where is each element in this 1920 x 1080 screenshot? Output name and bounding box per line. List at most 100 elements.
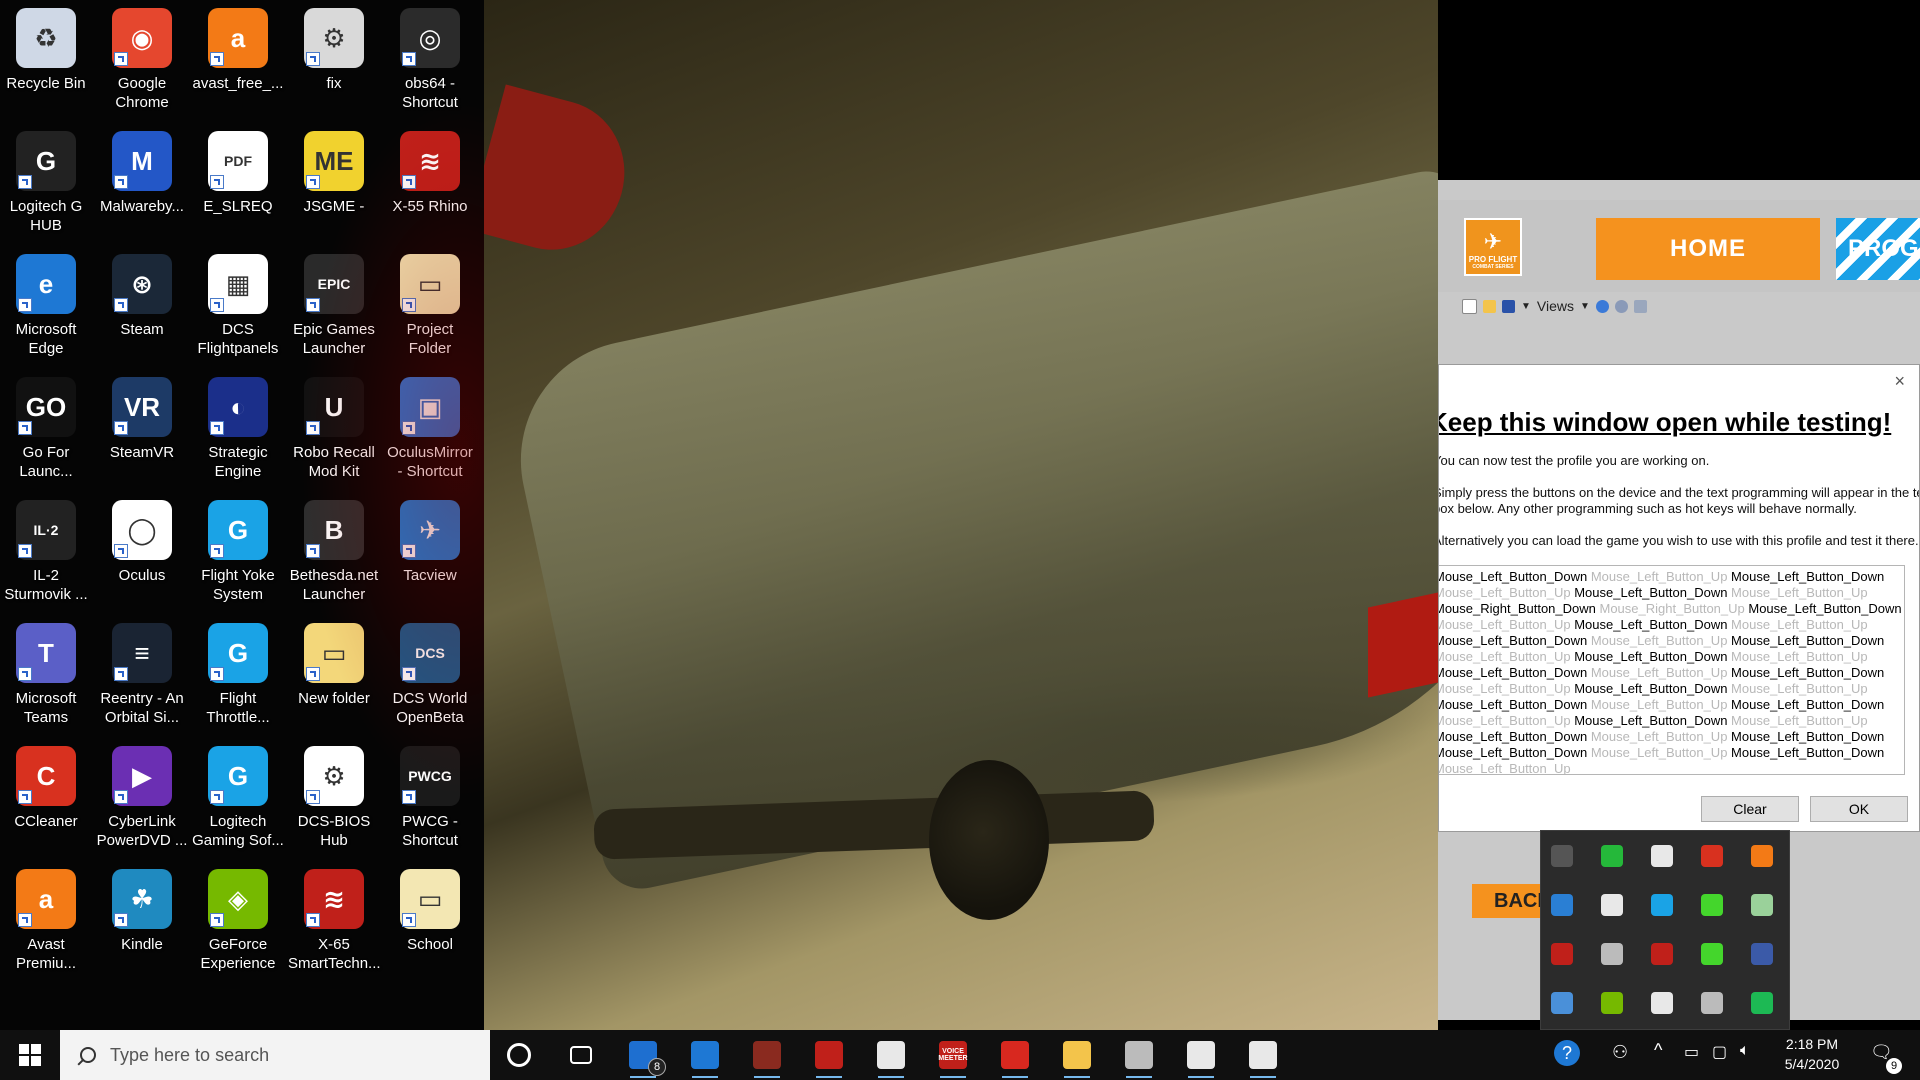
desktop-icon-oculusmirror-shortcut[interactable]: ▣ OculusMirror - Shortcut [384,369,476,489]
saitek-taskbar-icon[interactable] [810,1036,848,1078]
chevron-down-icon[interactable]: ▼ [1521,301,1531,312]
desktop-icon-reentry-an-orbital-si[interactable]: ≡ Reentry - An Orbital Si... [96,615,188,735]
network-drive-icon[interactable] [1751,894,1773,916]
pen-icon[interactable] [1601,943,1623,965]
task-view-icon[interactable] [562,1036,600,1074]
desktop-icon-ccleaner[interactable]: C CCleaner [0,738,92,858]
desktop-icon-dcs-bios-hub[interactable]: ⚙ DCS-BIOS Hub [288,738,380,858]
desktop-icon-x-55-rhino[interactable]: ≋ X-55 Rhino [384,123,476,243]
desktop-icon-recycle-bin[interactable]: ♻ Recycle Bin [0,0,92,120]
desktop-icon-malwareby[interactable]: M Malwareby... [96,123,188,243]
green-app-icon[interactable] [1751,992,1773,1014]
home-button[interactable]: HOME [1596,218,1820,280]
new-file-icon[interactable] [1462,298,1477,314]
voicemeeter-taskbar-icon[interactable]: VOICE MEETER [934,1036,972,1078]
taskbar-search-box[interactable]: Type here to search [60,1030,490,1080]
test-output-textbox[interactable]: Mouse_Left_Button_Down Mouse_Left_Button… [1439,565,1905,775]
desktop-icon-microsoft-teams[interactable]: T Microsoft Teams [0,615,92,735]
app-tray-icon[interactable] [1751,943,1773,965]
saitek-tray-icon[interactable] [1651,943,1673,965]
volume-icon[interactable]: 🔈︎ [1740,1042,1750,1060]
voicemeeter-icon[interactable] [1551,943,1573,965]
programming-button[interactable]: PROG [1836,218,1920,280]
desktop-icon-x-65-smarttechn[interactable]: ≋ X-65 SmartTechn... [288,861,381,981]
system-clock[interactable]: 2:18 PM 5/4/2020 [1772,1034,1852,1074]
game-view[interactable] [484,0,1438,1030]
desktop-icon-strategic-engine[interactable]: ◐ Strategic Engine [192,369,284,489]
network-icon[interactable]: ▢ [1712,1042,1727,1062]
close-icon[interactable]: × [1894,371,1905,392]
desktop-icon-oculus[interactable]: ◯ Oculus [96,492,188,612]
file-explorer-icon[interactable] [1058,1036,1096,1078]
store-icon[interactable] [872,1036,910,1078]
desktop-icon-pwcg-shortcut[interactable]: PWCG PWCG - Shortcut [384,738,476,858]
device-icon[interactable]: ▭ [1684,1042,1699,1062]
desktop-icon-dcs-flightpanels[interactable]: ▦ DCS Flightpanels [192,246,284,366]
desktop-icon-e-slreq[interactable]: PDF E_SLREQ [192,123,284,243]
desktop-icon-jsgme[interactable]: ME JSGME - [288,123,380,243]
help-icon[interactable]: ? [1554,1040,1580,1066]
desktop-icon-logitech-gaming-sof[interactable]: G Logitech Gaming Sof... [192,738,284,858]
show-hidden-icons-chevron[interactable]: ^ [1654,1040,1662,1061]
open-folder-icon[interactable] [1483,299,1496,313]
ok-button[interactable]: OK [1810,796,1908,822]
mail-icon[interactable]: 8 [624,1036,666,1078]
desktop-icon-flight-throttle[interactable]: G Flight Throttle... [192,615,284,735]
desktop-icon-google-chrome[interactable]: ◉ Google Chrome [96,0,188,120]
steam-taskbar-icon[interactable] [1120,1036,1158,1078]
settings-taskbar-icon[interactable] [1182,1036,1220,1078]
tool-icon[interactable] [1551,894,1573,916]
desktop-icon-epic-games-launcher[interactable]: EPIC Epic Games Launcher [288,246,380,366]
cortana-icon[interactable] [500,1036,538,1074]
desktop-icon-avast-premiu[interactable]: a Avast Premiu... [0,861,92,981]
clear-button[interactable]: Clear [1701,796,1799,822]
gear-icon[interactable] [1614,299,1628,313]
usb-icon[interactable] [1551,845,1573,867]
profile-icon[interactable] [1595,299,1609,313]
start-button[interactable] [0,1030,60,1080]
desktop-icon-dcs-world-openbeta[interactable]: DCS DCS World OpenBeta [384,615,476,735]
antivirus-taskbar-icon[interactable] [748,1036,786,1078]
desktop-icon-school[interactable]: ▭ School [384,861,476,981]
desktop-icon-kindle[interactable]: ☘ Kindle [96,861,188,981]
views-menu[interactable]: Views [1537,298,1574,314]
save-icon[interactable] [1502,299,1515,313]
desktop-icon-il-2-sturmovik[interactable]: IL·2 IL-2 Sturmovik ... [0,492,92,612]
desktop-icon-microsoft-edge[interactable]: e Microsoft Edge [0,246,92,366]
gpu-z-icon[interactable] [1601,845,1623,867]
desktop-icon-logitech-g-hub[interactable]: G Logitech G HUB [0,123,92,243]
razer-icon[interactable] [1701,894,1723,916]
desktop-icon-tacview[interactable]: ✈ Tacview [384,492,476,612]
desktop-icon-fix[interactable]: ⚙ fix [288,0,380,120]
logitech-ghub-tray-icon[interactable] [1651,992,1673,1014]
print-icon[interactable] [1633,299,1647,313]
desktop-icon-bethesda-net-launcher[interactable]: B Bethesda.net Launcher [288,492,380,612]
desktop-icon-go-for-launc[interactable]: GO Go For Launc... [0,369,92,489]
desktop-icon-geforce-experience[interactable]: ◈ GeForce Experience [192,861,284,981]
desktop-icon-flight-yoke-system[interactable]: G Flight Yoke System [192,492,284,612]
shield-tray-icon[interactable] [1551,992,1573,1014]
x-tray-icon[interactable] [1701,992,1723,1014]
people-icon[interactable]: ⚇ [1612,1042,1628,1063]
avast-tray-icon[interactable] [1751,845,1773,867]
nvidia-icon[interactable] [1601,992,1623,1014]
desktop-icon-project-folder[interactable]: ▭ Project Folder [384,246,476,366]
desktop-icon-robo-recall-mod-kit[interactable]: U Robo Recall Mod Kit [288,369,380,489]
security-shield-icon[interactable] [1651,845,1673,867]
logitech-g-tray-icon[interactable] [1651,894,1673,916]
microphone-icon[interactable] [1601,894,1623,916]
desktop-icon-avast-free[interactable]: a avast_free_... [192,0,284,120]
shortcut-arrow-icon [210,52,224,66]
oculus-taskbar-icon[interactable] [1244,1036,1282,1078]
desktop-icon-steam[interactable]: ⊛ Steam [96,246,188,366]
edge-taskbar-icon[interactable] [686,1036,724,1078]
desktop-icon-new-folder[interactable]: ▭ New folder [288,615,380,735]
ccleaner-tray-icon[interactable] [1701,845,1723,867]
acrobat-icon[interactable] [996,1036,1034,1078]
shortcut-arrow-icon [402,421,416,435]
desktop-icon-cyberlink-powerdvd[interactable]: ▶ CyberLink PowerDVD ... [96,738,188,858]
chevron-down-icon[interactable]: ▼ [1580,301,1590,312]
desktop-icon-obs64-shortcut[interactable]: ◎ obs64 - Shortcut [384,0,476,120]
desktop-icon-steamvr[interactable]: VR SteamVR [96,369,188,489]
razer-cortex-icon[interactable] [1701,943,1723,965]
